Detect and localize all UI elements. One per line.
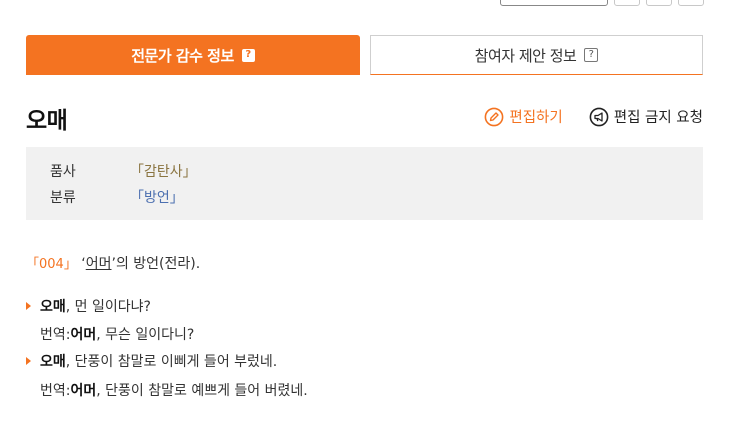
translation-text: , 무슨 일이다니? xyxy=(96,327,195,343)
edit-lock-request-label: 편집 금지 요청 xyxy=(613,110,703,126)
pencil-circle-icon xyxy=(484,107,504,126)
example-item: 오매, 먼 일이다냐? xyxy=(26,296,151,316)
definition-text: ’의 방언(전라). xyxy=(111,256,201,272)
category-value: 「방언」 xyxy=(130,190,184,206)
tab-expert-review-label: 전문가 감수 정보 xyxy=(131,46,234,65)
example-translation: 번역: 어머, 무슨 일이다니? xyxy=(40,324,194,344)
megaphone-circle-icon xyxy=(589,107,609,126)
top-select-box[interactable] xyxy=(500,0,608,6)
definition-number: 「004」 xyxy=(26,257,77,272)
translation-prefix: 번역: xyxy=(40,327,71,343)
definition-ref-link[interactable]: 어머 xyxy=(86,256,112,272)
translation-headword: 어머 xyxy=(70,383,97,399)
bullet-triangle-icon xyxy=(26,302,31,310)
example-text: , 단풍이 참말로 이삐게 들어 부렀네. xyxy=(65,354,278,370)
bullet-triangle-icon xyxy=(26,357,31,365)
edit-lock-request-button[interactable]: 편집 금지 요청 xyxy=(589,106,703,127)
tab-expert-review[interactable]: 전문가 감수 정보 ? xyxy=(26,35,360,75)
help-icon[interactable]: ? xyxy=(584,48,599,62)
category-key: 분류 xyxy=(50,190,76,206)
example-headword: 오매 xyxy=(40,354,66,370)
definition: 「004」 ‘어머’의 방언(전라). xyxy=(26,253,200,273)
entry-actions: 편집하기 편집 금지 요청 xyxy=(484,106,703,127)
translation-text: , 단풍이 참말로 예쁘게 들어 버렸네. xyxy=(96,383,308,399)
entry-word: 오매 xyxy=(26,108,68,134)
help-icon[interactable]: ? xyxy=(241,48,255,62)
top-small-button-1[interactable] xyxy=(614,0,640,6)
example-headword: 오매 xyxy=(40,299,66,315)
example-text: , 먼 일이다냐? xyxy=(65,299,151,315)
pos-value: 「감탄사」 xyxy=(130,164,197,180)
tab-participant-suggestion[interactable]: 참여자 제안 정보 ? xyxy=(370,35,703,75)
edit-button-label: 편집하기 xyxy=(509,110,563,126)
info-tabs: 전문가 감수 정보 ? 참여자 제안 정보 ? xyxy=(26,35,703,75)
pos-key: 품사 xyxy=(50,164,76,180)
translation-prefix: 번역: xyxy=(40,383,71,399)
example-translation: 번역: 어머, 단풍이 참말로 예쁘게 들어 버렸네. xyxy=(40,380,308,400)
translation-headword: 어머 xyxy=(70,327,97,343)
info-row-category: 분류 「방언」 xyxy=(50,187,184,207)
top-small-button-3[interactable] xyxy=(678,0,704,6)
word-info-box: 품사 「감탄사」 분류 「방언」 xyxy=(26,147,703,220)
example-item: 오매, 단풍이 참말로 이삐게 들어 부렀네. xyxy=(26,351,277,371)
info-row-pos: 품사 「감탄사」 xyxy=(50,161,197,181)
tab-participant-suggestion-label: 참여자 제안 정보 xyxy=(474,46,577,65)
edit-button[interactable]: 편집하기 xyxy=(484,106,563,127)
top-small-button-2[interactable] xyxy=(646,0,672,6)
